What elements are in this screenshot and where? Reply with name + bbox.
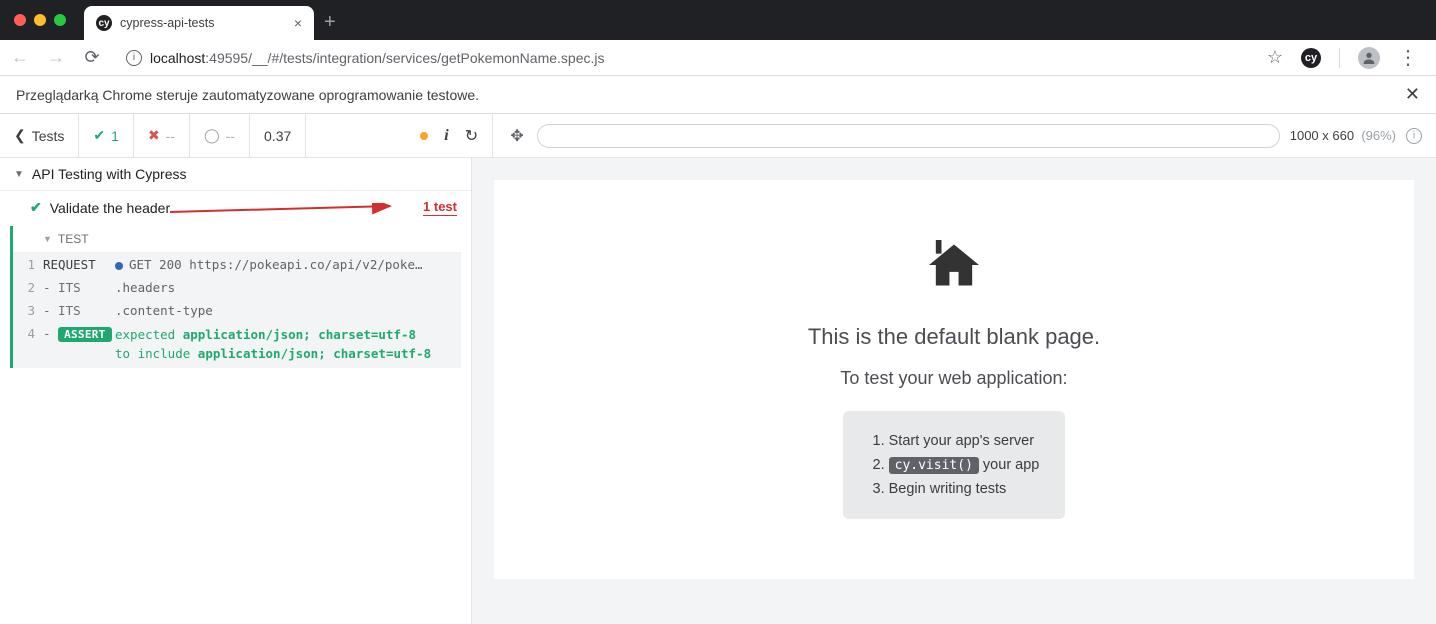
window-close[interactable] bbox=[14, 14, 26, 26]
site-info-icon[interactable]: i bbox=[126, 50, 142, 66]
cmd-message: expected application/json; charset=utf-8… bbox=[115, 326, 451, 364]
new-tab-button[interactable]: + bbox=[314, 11, 346, 40]
kebab-menu-icon[interactable]: ⋮ bbox=[1398, 45, 1418, 70]
home-icon bbox=[926, 240, 982, 302]
aut-url-input[interactable] bbox=[537, 124, 1280, 148]
stat-duration: 0.37 bbox=[250, 114, 306, 157]
address-bar[interactable]: i localhost:49595/__/#/tests/integration… bbox=[116, 44, 1255, 72]
stat-pending: ◯ -- bbox=[190, 114, 250, 157]
tab-favicon: cy bbox=[96, 15, 112, 31]
caret-down-icon: ▼ bbox=[14, 169, 24, 180]
tab-title: cypress-api-tests bbox=[120, 16, 214, 30]
check-icon: ✔ bbox=[30, 199, 42, 216]
command-row[interactable]: 1 REQUEST GET 200 https://pokeapi.co/api… bbox=[13, 253, 461, 276]
reporter-pane: ▼ API Testing with Cypress ✔ Validate th… bbox=[0, 158, 472, 624]
window-controls[interactable] bbox=[0, 14, 78, 40]
assert-badge: ASSERT bbox=[58, 327, 112, 342]
url-path: :49595/__/#/tests/integration/services/g… bbox=[205, 50, 604, 66]
stat-passed: ✔ 1 bbox=[79, 114, 134, 157]
cmd-name: REQUEST bbox=[43, 257, 115, 272]
runner-main: ▼ API Testing with Cypress ✔ Validate th… bbox=[0, 158, 1436, 624]
banner-close-icon[interactable]: ✕ bbox=[1405, 84, 1420, 105]
suite-row[interactable]: ▼ API Testing with Cypress bbox=[0, 158, 471, 191]
command-row[interactable]: 2 - ITS .headers bbox=[13, 276, 461, 299]
x-icon: ✖ bbox=[148, 127, 160, 144]
browser-toolbar: ← → ⟳ i localhost:49595/__/#/tests/integ… bbox=[0, 40, 1436, 76]
failed-count: -- bbox=[166, 128, 175, 144]
test-count-badge[interactable]: 1 test bbox=[423, 199, 457, 216]
check-icon: ✔ bbox=[93, 127, 105, 144]
code-chip: cy.visit() bbox=[889, 457, 979, 474]
url-host: localhost bbox=[150, 50, 205, 66]
window-maximize[interactable] bbox=[54, 14, 66, 26]
reload-button[interactable]: ⟳ bbox=[80, 47, 104, 68]
aut-heading: This is the default blank page. bbox=[808, 324, 1100, 350]
aut-steps-box: Start your app's server cy.visit() your … bbox=[843, 411, 1066, 519]
aut-step: cy.visit() your app bbox=[889, 453, 1040, 477]
pending-icon: ◯ bbox=[204, 127, 220, 144]
aut-subheading: To test your web application: bbox=[840, 368, 1067, 389]
command-log: 1 REQUEST GET 200 https://pokeapi.co/api… bbox=[13, 253, 461, 368]
selector-playground-icon[interactable]: ✥ bbox=[507, 126, 527, 146]
browser-tab[interactable]: cy cypress-api-tests × bbox=[84, 6, 314, 40]
cmd-message: .content-type bbox=[115, 303, 451, 318]
test-title: Validate the header bbox=[50, 200, 170, 216]
cmd-name: - ASSERT bbox=[43, 326, 115, 342]
window-minimize[interactable] bbox=[34, 14, 46, 26]
automation-banner: Przeglądarką Chrome steruje zautomatyzow… bbox=[0, 76, 1436, 114]
aut-step: Begin writing tests bbox=[889, 477, 1040, 501]
tests-back-label: Tests bbox=[32, 128, 65, 144]
cmd-message: GET 200 https://pokeapi.co/api/v2/poke… bbox=[115, 257, 451, 272]
cmd-name: - ITS bbox=[43, 280, 115, 295]
back-button[interactable]: ← bbox=[8, 47, 32, 68]
test-body-label: TEST bbox=[58, 232, 89, 246]
command-row[interactable]: 4 - ASSERT expected application/json; ch… bbox=[13, 322, 461, 368]
rerun-button[interactable]: ↻ bbox=[465, 126, 478, 146]
suite-title: API Testing with Cypress bbox=[32, 166, 187, 182]
command-row[interactable]: 3 - ITS .content-type bbox=[13, 299, 461, 322]
cmd-number: 4 bbox=[17, 326, 43, 341]
status-dot-icon bbox=[420, 132, 428, 140]
automation-banner-text: Przeglądarką Chrome steruje zautomatyzow… bbox=[16, 87, 479, 103]
cmd-number: 3 bbox=[17, 303, 43, 318]
cypress-runner-header: ❮ Tests ✔ 1 ✖ -- ◯ -- 0.37 i ↻ ✥ 1000 x … bbox=[0, 114, 1436, 158]
info-icon[interactable]: i bbox=[444, 127, 448, 145]
test-body: ▼ TEST 1 REQUEST GET 200 https://pokeapi… bbox=[10, 226, 461, 368]
passed-count: 1 bbox=[111, 128, 119, 144]
pending-count: -- bbox=[226, 128, 235, 144]
cmd-number: 1 bbox=[17, 257, 43, 272]
caret-down-icon: ▼ bbox=[43, 234, 52, 244]
bookmark-star-icon[interactable]: ☆ bbox=[1267, 47, 1283, 68]
stat-failed: ✖ -- bbox=[134, 114, 190, 157]
cmd-number: 2 bbox=[17, 280, 43, 295]
tab-close-icon[interactable]: × bbox=[294, 15, 302, 31]
tests-back-link[interactable]: ❮ Tests bbox=[0, 114, 79, 157]
forward-button[interactable]: → bbox=[44, 47, 68, 68]
cmd-message: .headers bbox=[115, 280, 451, 295]
aut-step: Start your app's server bbox=[889, 429, 1040, 453]
cmd-name: - ITS bbox=[43, 303, 115, 318]
toolbar-divider bbox=[1339, 48, 1340, 68]
viewport-info-icon[interactable]: i bbox=[1406, 128, 1422, 144]
cypress-extension-icon[interactable]: cy bbox=[1301, 48, 1321, 68]
chevron-left-icon: ❮ bbox=[14, 127, 26, 144]
profile-avatar-icon[interactable] bbox=[1358, 47, 1380, 69]
aut-blank-card: This is the default blank page. To test … bbox=[494, 180, 1414, 579]
method-dot-icon bbox=[115, 262, 123, 270]
viewport-size: 1000 x 660 (96%) bbox=[1290, 128, 1396, 143]
test-body-header[interactable]: ▼ TEST bbox=[13, 226, 461, 253]
test-row[interactable]: ✔ Validate the header 1 test bbox=[0, 191, 471, 224]
annotation-arrow-icon bbox=[170, 203, 400, 221]
aut-pane: This is the default blank page. To test … bbox=[472, 158, 1436, 624]
browser-tab-strip: cy cypress-api-tests × + bbox=[0, 0, 1436, 40]
